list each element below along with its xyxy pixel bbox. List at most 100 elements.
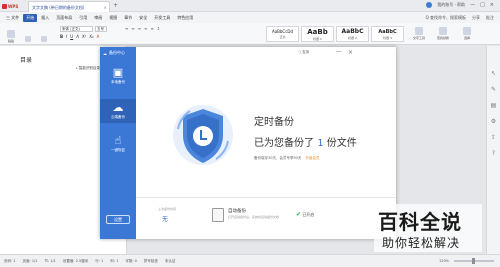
menu-chapter[interactable]: 章节 bbox=[121, 14, 135, 22]
new-tab-button[interactable]: + bbox=[113, 2, 118, 9]
retention-note: 备份保存30天，会员专享90天 升级会员 bbox=[254, 156, 320, 161]
dialog-close-icon[interactable]: × bbox=[348, 49, 353, 56]
font-family-select[interactable]: 宋体 (正文) bbox=[60, 26, 93, 32]
wps-menu-button[interactable]: WPS bbox=[2, 2, 19, 10]
superscript-button[interactable]: X² bbox=[82, 34, 86, 39]
toc-title: 目录 bbox=[20, 57, 33, 64]
sidebar-item-local-backup[interactable]: ▣ 本地备份 bbox=[100, 67, 136, 85]
close-window-button[interactable]: × bbox=[490, 2, 494, 8]
support-link[interactable]: ○ 支持 bbox=[298, 50, 309, 55]
comment-button[interactable]: 批注 bbox=[486, 15, 494, 21]
menu-page-layout[interactable]: 页面布局 bbox=[53, 14, 75, 22]
cloud-backup-label: 云端备份 bbox=[111, 115, 125, 119]
status-spell-check[interactable]: 拼写检查 bbox=[144, 259, 158, 264]
sidebar-item-cloud-backup[interactable]: ☁ 云端备份 bbox=[100, 99, 136, 123]
status-row: 行: 1 bbox=[95, 258, 104, 263]
clipboard-icon bbox=[7, 30, 15, 38]
text-tools-button[interactable]: 文字工具 bbox=[413, 27, 425, 40]
align-left-button[interactable]: ≡ bbox=[138, 26, 141, 31]
titlebar-right: 我的账号 · 帮助 — □ × bbox=[426, 2, 494, 8]
pages-icon[interactable]: ▤ bbox=[490, 102, 497, 109]
menu-insert[interactable]: 插入 bbox=[38, 14, 52, 22]
check-icon: ✔ bbox=[296, 211, 302, 218]
format-painter-button[interactable] bbox=[38, 25, 50, 43]
backup-title: 定时备份 bbox=[254, 117, 294, 128]
upgrade-link[interactable]: 升级会员 bbox=[306, 156, 320, 160]
status-certification[interactable]: 未认证 bbox=[165, 259, 176, 264]
auto-backup-status: 已开启 bbox=[302, 212, 315, 217]
status-word-count[interactable]: 字数: 0 bbox=[125, 259, 137, 264]
bullets-button[interactable]: ≡ bbox=[125, 26, 128, 31]
find-replace-button[interactable]: 查找替换 bbox=[437, 27, 449, 40]
menu-security[interactable]: 安全 bbox=[136, 14, 150, 22]
auto-backup-toggle[interactable]: ✔ 已开启 bbox=[296, 211, 314, 218]
right-toolbar: ↖ ✎ ▤ ⚙ ⇪ ? bbox=[486, 46, 500, 254]
italic-button[interactable]: I bbox=[66, 34, 67, 39]
menu-home[interactable]: 开始 bbox=[23, 13, 38, 22]
backup-summary: 已为您备份了 1 份文件 bbox=[254, 134, 357, 149]
settings-button[interactable]: 设置 bbox=[106, 215, 130, 224]
numbering-button[interactable]: ≡ bbox=[131, 26, 134, 31]
format-buttons: B I U A X² X₂ A bbox=[60, 34, 99, 39]
font-color-button[interactable]: A bbox=[76, 34, 79, 39]
select-button[interactable]: 选择 bbox=[463, 27, 471, 40]
file-count: 1 bbox=[317, 138, 324, 149]
local-backup-label: 本地备份 bbox=[111, 80, 125, 84]
command-search[interactable]: Q 查找命令、搜索模板 bbox=[426, 15, 466, 21]
menu-view[interactable]: 视图 bbox=[106, 14, 120, 22]
menu-review[interactable]: 审阅 bbox=[91, 14, 105, 22]
align-right-button[interactable]: ≡ bbox=[150, 26, 153, 31]
menu-developer[interactable]: 开发工具 bbox=[151, 14, 173, 22]
zoom-slider-handle[interactable] bbox=[472, 258, 475, 264]
select-icon bbox=[463, 27, 471, 35]
document-tab-label: 文字文稿 (带日期的备份文档) bbox=[32, 5, 85, 10]
tab-close-icon[interactable]: × bbox=[104, 5, 107, 10]
zoom-level[interactable]: 120% bbox=[439, 259, 449, 263]
highlight-button[interactable]: A bbox=[97, 34, 100, 39]
zoom-slider[interactable] bbox=[454, 258, 494, 264]
shield-clock-icon bbox=[170, 99, 236, 169]
backup-center-title: ☁ 备份中心 bbox=[103, 50, 125, 56]
style-heading-2[interactable]: AaBbC 标题 2 bbox=[336, 26, 369, 42]
paste-button[interactable]: 粘贴 bbox=[4, 25, 18, 43]
dialog-minimize-icon[interactable]: — bbox=[336, 48, 342, 55]
document-icon bbox=[212, 208, 224, 222]
font-size-select[interactable]: 五号 bbox=[95, 26, 107, 32]
folder-icon: ▣ bbox=[112, 66, 124, 79]
share-button[interactable]: 分享 bbox=[472, 15, 480, 21]
cut-button[interactable] bbox=[22, 25, 34, 43]
style-normal[interactable]: AaBbCcDd 正文 bbox=[266, 26, 299, 42]
share-icon[interactable]: ⇪ bbox=[490, 134, 497, 141]
summary-suffix: 份文件 bbox=[326, 138, 357, 149]
align-center-button[interactable]: ≡ bbox=[144, 26, 147, 31]
avatar[interactable] bbox=[426, 2, 433, 8]
style-sample: AaBbC bbox=[378, 28, 397, 35]
watermark-title: 百科全说 bbox=[378, 210, 462, 234]
bold-button[interactable]: B bbox=[60, 34, 63, 39]
edit-icon[interactable]: ✎ bbox=[490, 86, 497, 93]
toc-smart-detect[interactable]: 智能识别目录 bbox=[76, 66, 100, 71]
sidebar-item-restore[interactable]: ☝ 一键恢复 bbox=[100, 135, 136, 153]
find-icon bbox=[439, 27, 447, 35]
help-icon[interactable]: ? bbox=[490, 150, 497, 157]
cursor-icon[interactable]: ↖ bbox=[490, 70, 497, 77]
menu-features[interactable]: 特色应用 bbox=[174, 14, 196, 22]
style-heading-1[interactable]: AaBb 标题 1 bbox=[301, 26, 334, 42]
minimize-button[interactable]: — bbox=[470, 2, 475, 8]
user-menu[interactable]: 我的账号 · 帮助 bbox=[437, 2, 465, 8]
maximize-button[interactable]: □ bbox=[480, 2, 485, 8]
underline-button[interactable]: U bbox=[70, 34, 73, 39]
summary-prefix: 已为您备份了 bbox=[254, 138, 314, 149]
status-pages: 页面: 1/1 bbox=[22, 258, 38, 263]
backup-sidebar: ☁ 备份中心 ▣ 本地备份 ☁ 云端备份 ☝ 一键恢复 设置 bbox=[100, 47, 136, 239]
menu-file[interactable]: 三 文件 bbox=[3, 14, 22, 22]
find-replace-label: 查找替换 bbox=[437, 36, 450, 40]
style-heading-3[interactable]: AaBbC 标题 3 bbox=[371, 26, 404, 42]
document-tab[interactable]: 文字文稿 (带日期的备份文档) × bbox=[28, 1, 110, 12]
paragraph-buttons: ≡ ≡ ≡ ≡ ≡ ↕ bbox=[125, 26, 160, 31]
tools-icon[interactable]: ⚙ bbox=[490, 118, 497, 125]
subscript-button[interactable]: X₂ bbox=[89, 34, 93, 39]
auto-backup-description: 打开自动备份后，系统将自动备份文档 bbox=[228, 215, 280, 219]
menu-references[interactable]: 引用 bbox=[76, 14, 90, 22]
line-spacing-button[interactable]: ↕ bbox=[157, 26, 160, 31]
